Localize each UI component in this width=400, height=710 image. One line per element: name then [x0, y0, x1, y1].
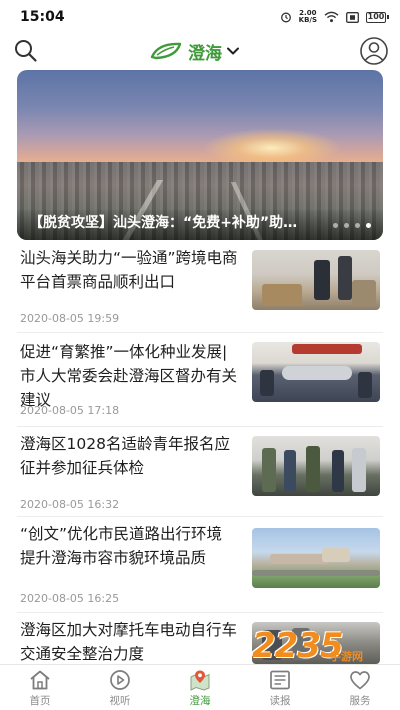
- user-icon[interactable]: [359, 36, 389, 66]
- news-thumbnail[interactable]: [252, 250, 380, 310]
- nav-label: 读报: [269, 695, 291, 707]
- divider: [17, 426, 383, 427]
- play-icon: [110, 670, 130, 690]
- chevron-down-icon: [227, 47, 239, 55]
- news-date: 2020-08-05 16:32: [20, 498, 120, 511]
- news-date: 2020-08-05 16:25: [20, 592, 120, 605]
- status-time: 15:04: [20, 9, 65, 25]
- news-item[interactable]: 澄海区1028名适龄青年报名应征并参加征兵体检 2020-08-05 16:32: [0, 432, 400, 518]
- status-bar: 15:04 2.00 KB/S 100: [0, 0, 400, 34]
- nav-label: 首页: [29, 695, 51, 707]
- divider: [17, 612, 383, 613]
- alarm-icon: [280, 12, 291, 23]
- app-header: 澄海: [0, 34, 400, 68]
- home-icon: [30, 670, 50, 690]
- nav-item-home[interactable]: 首页: [0, 665, 80, 710]
- news-item[interactable]: “创文”优化市民道路出行环境 提升澄海市容市貌环境品质 2020-08-05 1…: [0, 522, 400, 612]
- news-item[interactable]: 汕头海关助力“一验通”跨境电商平台首票商品顺利出口 2020-08-05 19:…: [0, 246, 400, 332]
- news-title[interactable]: “创文”优化市民道路出行环境 提升澄海市容市貌环境品质: [20, 522, 240, 570]
- news-title[interactable]: 澄海区1028名适龄青年报名应征并参加征兵体检: [20, 432, 240, 480]
- nav-item-chenghai[interactable]: 澄海: [160, 665, 240, 710]
- channel-label: 澄海: [188, 43, 222, 64]
- nav-item-service[interactable]: 服务: [320, 665, 400, 710]
- news-title[interactable]: 汕头海关助力“一验通”跨境电商平台首票商品顺利出口: [20, 246, 240, 294]
- search-icon[interactable]: [12, 37, 40, 65]
- sim-card-icon: [346, 11, 359, 23]
- news-title[interactable]: 澄海区加大对摩托车电动自行车交通安全整治力度: [20, 618, 240, 666]
- divider: [17, 332, 383, 333]
- news-date: 2020-08-05 19:59: [20, 312, 120, 325]
- net-speed: 2.00 KB/S: [299, 10, 317, 24]
- carousel-dots: [333, 223, 371, 228]
- map-pin-icon: [190, 670, 210, 691]
- nav-label: 视听: [109, 695, 131, 707]
- news-thumbnail[interactable]: [252, 436, 380, 496]
- nav-item-newspaper[interactable]: 读报: [240, 665, 320, 710]
- carousel-dot-active[interactable]: [366, 223, 371, 228]
- news-date: 2020-08-05 17:18: [20, 404, 120, 417]
- banner-title[interactable]: 【脱贫攻坚】汕头澄海：“免费+补助”助…: [29, 212, 334, 232]
- battery-icon: 100: [366, 11, 389, 23]
- leaf-logo-icon: [150, 42, 182, 60]
- heart-icon: [350, 671, 370, 690]
- carousel-dot[interactable]: [344, 223, 349, 228]
- newspaper-icon: [270, 670, 290, 690]
- news-thumbnail[interactable]: [252, 342, 380, 402]
- divider: [17, 516, 383, 517]
- channel-switcher[interactable]: 澄海: [150, 38, 240, 64]
- watermark-sub: 手游网: [330, 650, 363, 663]
- carousel-dot[interactable]: [333, 223, 338, 228]
- banner-carousel[interactable]: 【脱贫攻坚】汕头澄海：“免费+补助”助…: [17, 70, 383, 240]
- carousel-dot[interactable]: [355, 223, 360, 228]
- nav-label: 澄海: [189, 695, 211, 707]
- net-speed-unit: KB/S: [298, 16, 317, 24]
- nav-label: 服务: [349, 695, 371, 707]
- status-icons: 2.00 KB/S 100: [280, 8, 389, 26]
- news-item[interactable]: 促进“育繁推”一体化种业发展|市人大常委会赴澄海区督办有关建议 2020-08-…: [0, 340, 400, 426]
- news-thumbnail[interactable]: [252, 528, 380, 588]
- nav-item-video[interactable]: 视听: [80, 665, 160, 710]
- wifi-icon: [324, 11, 339, 23]
- news-title[interactable]: 促进“育繁推”一体化种业发展|市人大常委会赴澄海区督办有关建议: [20, 340, 240, 412]
- bottom-nav: 首页 视听 澄海 读报 服务: [0, 664, 400, 710]
